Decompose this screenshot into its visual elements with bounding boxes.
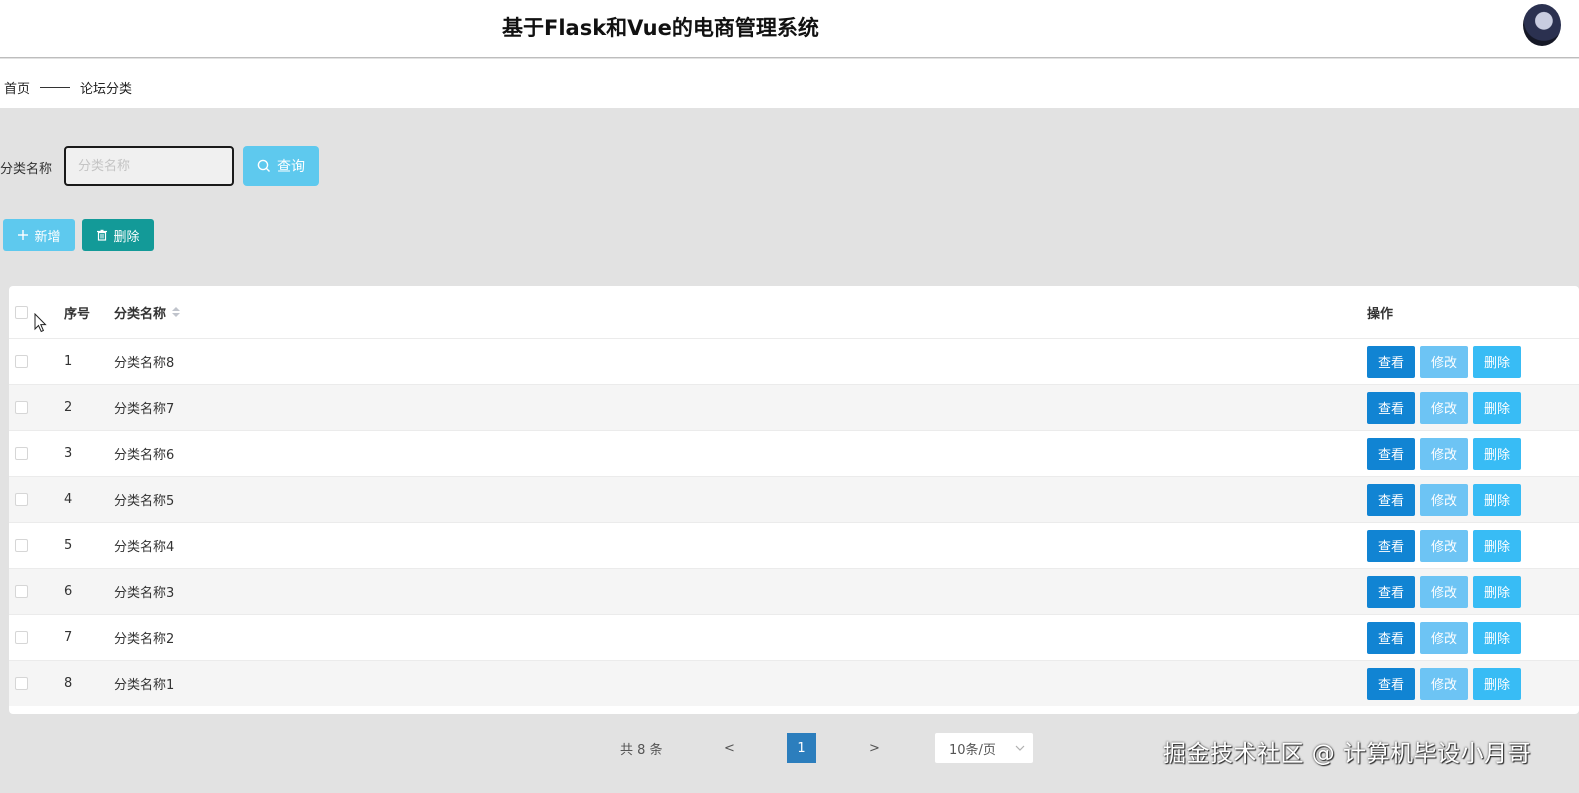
header-index: 序号 [64, 306, 91, 322]
pagination-prev[interactable]: < [724, 733, 735, 763]
edit-button[interactable]: 修改 [1420, 437, 1468, 470]
row-name: 分类名称4 [114, 540, 175, 555]
breadcrumb-home[interactable]: 首页 [4, 78, 30, 97]
row-index: 2 [64, 400, 73, 415]
delete-button[interactable]: 删除 [1473, 345, 1521, 378]
row-index: 3 [64, 446, 73, 461]
row-name: 分类名称8 [114, 356, 175, 371]
page-size-select[interactable]: 10条/页 [935, 733, 1033, 763]
trash-icon [96, 229, 108, 241]
pagination-total: 共 8 条 [620, 742, 663, 758]
delete-button[interactable]: 删除 [1473, 391, 1521, 424]
header-name-label: 分类名称 [114, 306, 167, 322]
view-button[interactable]: 查看 [1367, 483, 1415, 516]
edit-button[interactable]: 修改 [1420, 575, 1468, 608]
row-index: 5 [64, 538, 73, 553]
table-row: 4 分类名称5 查看 修改 删除 [9, 476, 1579, 522]
table-row: 1 分类名称8 查看 修改 删除 [9, 338, 1579, 384]
row-name: 分类名称2 [114, 632, 175, 647]
view-button[interactable]: 查看 [1367, 667, 1415, 700]
edit-button[interactable]: 修改 [1420, 667, 1468, 700]
view-button[interactable]: 查看 [1367, 529, 1415, 562]
row-checkbox[interactable] [15, 539, 28, 552]
edit-button[interactable]: 修改 [1420, 391, 1468, 424]
sort-icon[interactable] [172, 307, 181, 317]
row-checkbox[interactable] [15, 585, 28, 598]
view-button[interactable]: 查看 [1367, 345, 1415, 378]
breadcrumb-current: 论坛分类 [80, 82, 133, 97]
edit-button[interactable]: 修改 [1420, 483, 1468, 516]
header-name[interactable]: 分类名称 [114, 286, 181, 338]
pagination-next[interactable]: > [869, 733, 880, 763]
search-icon [257, 159, 271, 173]
edit-button[interactable]: 修改 [1420, 345, 1468, 378]
row-checkbox[interactable] [15, 355, 28, 368]
select-all-checkbox[interactable] [15, 305, 28, 319]
search-input[interactable] [64, 146, 234, 186]
delete-button[interactable]: 删除 [1473, 575, 1521, 608]
row-index: 7 [64, 630, 73, 645]
plus-icon [17, 229, 29, 241]
row-index: 6 [64, 584, 73, 599]
header-ops: 操作 [1367, 306, 1394, 322]
table-row: 6 分类名称3 查看 修改 删除 [9, 568, 1579, 614]
delete-button[interactable]: 删除 [1473, 437, 1521, 470]
edit-button[interactable]: 修改 [1420, 529, 1468, 562]
delete-button[interactable]: 删除 [1473, 483, 1521, 516]
row-name: 分类名称1 [114, 678, 175, 693]
table-row: 8 分类名称1 查看 修改 删除 [9, 660, 1579, 706]
row-name: 分类名称6 [114, 448, 175, 463]
row-name: 分类名称5 [114, 494, 175, 509]
user-avatar[interactable] [1523, 4, 1561, 46]
batch-delete-button[interactable]: 删除 [82, 219, 154, 251]
row-index: 8 [64, 676, 73, 691]
breadcrumb-bar: 首页 论坛分类 [0, 59, 1579, 108]
view-button[interactable]: 查看 [1367, 575, 1415, 608]
app-title: 基于Flask和Vue的电商管理系统 [502, 16, 819, 40]
breadcrumb-separator [40, 87, 71, 88]
batch-delete-label: 删除 [113, 229, 140, 245]
delete-button[interactable]: 删除 [1473, 621, 1521, 654]
breadcrumb: 首页 论坛分类 [4, 78, 132, 97]
view-button[interactable]: 查看 [1367, 437, 1415, 470]
row-index: 1 [64, 354, 73, 369]
query-button-label: 查询 [277, 159, 305, 175]
mouse-cursor-icon [34, 312, 48, 337]
edit-button[interactable]: 修改 [1420, 621, 1468, 654]
row-checkbox[interactable] [15, 447, 28, 460]
table-row: 5 分类名称4 查看 修改 删除 [9, 522, 1579, 568]
delete-button[interactable]: 删除 [1473, 667, 1521, 700]
view-button[interactable]: 查看 [1367, 391, 1415, 424]
chevron-down-icon [1015, 743, 1025, 754]
row-checkbox[interactable] [15, 493, 28, 506]
view-button[interactable]: 查看 [1367, 621, 1415, 654]
pagination-page-1[interactable]: 1 [787, 733, 816, 763]
add-button-label: 新增 [34, 229, 61, 245]
row-name: 分类名称3 [114, 586, 175, 601]
add-button[interactable]: 新增 [3, 219, 75, 251]
delete-button[interactable]: 删除 [1473, 529, 1521, 562]
table-header: 序号 分类名称 操作 [9, 286, 1579, 338]
row-name: 分类名称7 [114, 402, 175, 417]
row-checkbox[interactable] [15, 677, 28, 690]
table-row: 3 分类名称6 查看 修改 删除 [9, 430, 1579, 476]
query-button[interactable]: 查询 [243, 146, 319, 186]
row-checkbox[interactable] [15, 401, 28, 414]
page-size-value: 10条/页 [949, 742, 996, 758]
top-header: 基于Flask和Vue的电商管理系统 [0, 0, 1579, 58]
watermark: 掘金技术社区 @ 计算机毕设小月哥 [1163, 741, 1532, 767]
row-checkbox[interactable] [15, 631, 28, 644]
table-row: 2 分类名称7 查看 修改 删除 [9, 384, 1579, 430]
search-label: 分类名称 [0, 162, 53, 177]
row-index: 4 [64, 492, 73, 507]
category-table: 序号 分类名称 操作 1 分类名称8 查看 修改 删除 2 分类名称7 查看 修… [9, 286, 1579, 714]
table-row: 7 分类名称2 查看 修改 删除 [9, 614, 1579, 660]
